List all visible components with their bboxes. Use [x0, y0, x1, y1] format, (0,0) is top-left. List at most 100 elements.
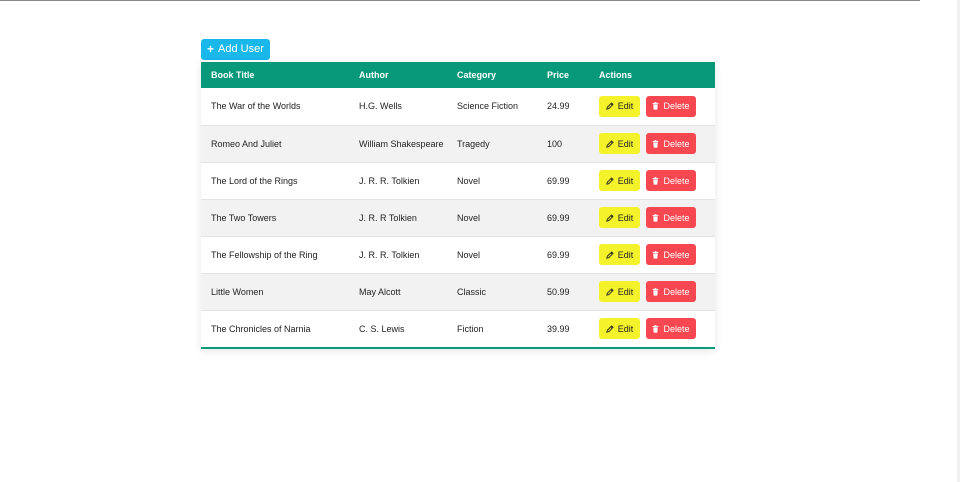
- books-table: Book Title Author Category Price Actions…: [201, 62, 715, 347]
- cell-actions: Edit Delete: [589, 235, 715, 273]
- pencil-icon: [605, 102, 614, 111]
- delete-button[interactable]: Delete: [646, 281, 696, 302]
- row-actions: Edit Delete: [599, 170, 715, 191]
- row-actions: Edit Delete: [599, 244, 715, 265]
- edit-label: Edit: [617, 212, 634, 223]
- trash-icon: [652, 102, 659, 110]
- cell-category: Novel: [447, 198, 537, 236]
- table-header-row: Book Title Author Category Price Actions: [201, 62, 715, 88]
- edit-label: Edit: [617, 138, 634, 149]
- top-divider: [0, 0, 920, 1]
- cell-price: 69.99: [537, 198, 589, 236]
- edit-label: Edit: [617, 323, 634, 334]
- cell-actions: Edit Delete: [589, 124, 715, 162]
- delete-button[interactable]: Delete: [646, 170, 696, 191]
- pencil-icon: [605, 176, 614, 185]
- delete-label: Delete: [663, 212, 690, 223]
- cell-actions: Edit Delete: [589, 272, 715, 310]
- trash-icon: [652, 139, 659, 148]
- table-row: Little Women May Alcott Classic 50.99 Ed…: [201, 272, 715, 310]
- cell-author: William Shakespeare: [349, 124, 447, 162]
- add-user-label: Add User: [218, 43, 264, 55]
- delete-label: Delete: [663, 286, 690, 297]
- cell-price: 39.99: [537, 309, 589, 347]
- table-row: The Lord of the Rings J. R. R. Tolkien N…: [201, 161, 715, 199]
- pencil-icon: [605, 287, 614, 296]
- header-price: Price: [547, 70, 570, 80]
- delete-button[interactable]: Delete: [646, 207, 696, 228]
- cell-actions: Edit Delete: [589, 309, 715, 347]
- trash-icon: [652, 213, 659, 222]
- edit-label: Edit: [617, 286, 634, 297]
- edit-label: Edit: [617, 101, 634, 112]
- cell-author: May Alcott: [349, 272, 447, 310]
- edit-button[interactable]: Edit: [599, 170, 640, 191]
- delete-label: Delete: [663, 323, 690, 334]
- cell-category: Novel: [447, 161, 537, 199]
- cell-price: 100: [537, 124, 589, 162]
- delete-label: Delete: [663, 175, 690, 186]
- delete-label: Delete: [663, 249, 690, 260]
- books-table-container: Book Title Author Category Price Actions…: [201, 62, 715, 349]
- header-actions: Actions: [599, 70, 633, 80]
- table-row: The Chronicles of Narnia C. S. Lewis Fic…: [201, 309, 715, 347]
- cell-book-title: The Chronicles of Narnia: [201, 309, 349, 347]
- cell-author: J. R. R Tolkien: [349, 198, 447, 236]
- cell-author: J. R. R. Tolkien: [349, 161, 447, 199]
- edit-button[interactable]: Edit: [599, 133, 640, 154]
- cell-book-title: The Fellowship of the Ring: [201, 235, 349, 273]
- table-row: Romeo And Juliet William Shakespeare Tra…: [201, 124, 715, 162]
- add-user-button[interactable]: + Add User: [201, 39, 270, 60]
- edit-button[interactable]: Edit: [599, 281, 640, 302]
- cell-author: J. R. R. Tolkien: [349, 235, 447, 273]
- header-author: Author: [359, 70, 389, 80]
- trash-icon: [652, 324, 659, 333]
- cell-category: Tragedy: [447, 124, 537, 162]
- edit-button[interactable]: Edit: [599, 95, 640, 117]
- row-actions: Edit Delete: [599, 281, 715, 302]
- delete-button[interactable]: Delete: [646, 133, 696, 154]
- table-row: The Fellowship of the Ring J. R. R. Tolk…: [201, 235, 715, 273]
- trash-icon: [652, 176, 659, 185]
- table-body: The War of the Worlds H.G. Wells Science…: [201, 88, 715, 347]
- table-row: The War of the Worlds H.G. Wells Science…: [201, 88, 715, 125]
- row-actions: Edit Delete: [599, 133, 715, 154]
- cell-price: 50.99: [537, 272, 589, 310]
- header-category: Category: [457, 70, 497, 80]
- header-book-title: Book Title: [211, 70, 255, 80]
- cell-book-title: The Lord of the Rings: [201, 161, 349, 199]
- delete-label: Delete: [663, 101, 690, 112]
- pencil-icon: [605, 250, 614, 259]
- edit-button[interactable]: Edit: [599, 318, 640, 340]
- cell-price: 69.99: [537, 161, 589, 199]
- cell-price: 24.99: [547, 101, 570, 112]
- delete-button[interactable]: Delete: [646, 95, 696, 117]
- edit-label: Edit: [617, 249, 634, 260]
- row-actions: Edit Delete: [599, 318, 715, 340]
- cell-author: H.G. Wells: [359, 101, 402, 112]
- cell-actions: Edit Delete: [589, 198, 715, 236]
- row-actions: Edit Delete: [599, 95, 715, 117]
- edit-button[interactable]: Edit: [599, 244, 640, 265]
- cell-actions: Edit Delete: [589, 88, 715, 125]
- cell-category: Fiction: [447, 309, 537, 347]
- row-actions: Edit Delete: [599, 207, 715, 228]
- trash-icon: [652, 250, 659, 259]
- edit-button[interactable]: Edit: [599, 207, 640, 228]
- delete-label: Delete: [663, 138, 690, 149]
- cell-book-title: The Two Towers: [201, 198, 349, 236]
- table-header: Book Title Author Category Price Actions: [201, 62, 715, 88]
- delete-button[interactable]: Delete: [646, 318, 696, 340]
- cell-category: Classic: [447, 272, 537, 310]
- cell-actions: Edit Delete: [589, 161, 715, 199]
- pencil-icon: [605, 139, 614, 148]
- delete-button[interactable]: Delete: [646, 244, 696, 265]
- cell-author: C. S. Lewis: [349, 309, 447, 347]
- trash-icon: [652, 287, 659, 296]
- plus-icon: +: [207, 42, 215, 56]
- pencil-icon: [605, 213, 614, 222]
- cell-category: Novel: [447, 235, 537, 273]
- cell-book-title: Romeo And Juliet: [201, 124, 349, 162]
- table-row: The Two Towers J. R. R Tolkien Novel 69.…: [201, 198, 715, 236]
- cell-category: Science Fiction: [457, 101, 519, 112]
